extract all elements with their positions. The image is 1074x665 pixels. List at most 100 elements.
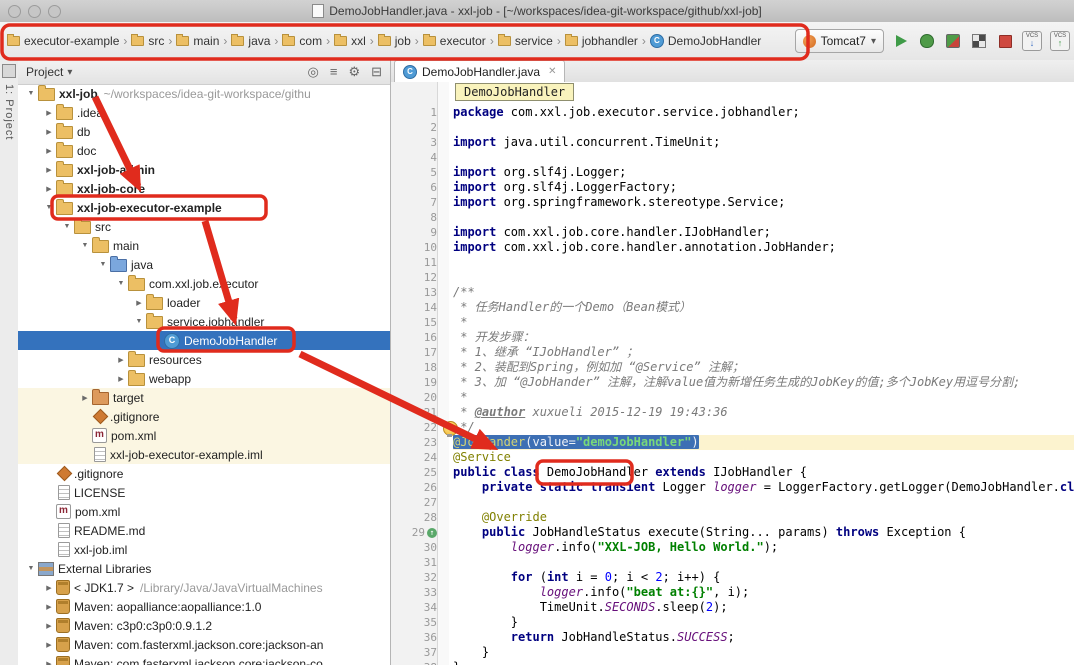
- gutter-cell[interactable]: 3: [391, 135, 441, 150]
- tree-item-webapp[interactable]: ▶webapp: [18, 369, 390, 388]
- breadcrumb-item-demojobhandler[interactable]: CDemoJobHandler: [647, 32, 764, 50]
- gutter-cell[interactable]: 6: [391, 180, 441, 195]
- breadcrumb-item-executor-example[interactable]: executor-example: [4, 32, 122, 50]
- tree-item-maven-c3p0-c3p0-0-9-1-2[interactable]: ▶Maven: c3p0:c3p0:0.9.1.2: [18, 616, 390, 635]
- tree-item-service-jobhandler[interactable]: ▼service.jobhandler: [18, 312, 390, 331]
- breadcrumb-item-jobhandler[interactable]: jobhandler: [562, 32, 641, 50]
- tree-expand-icon[interactable]: ▶: [42, 660, 56, 665]
- code-line-text[interactable]: TimeUnit.SECONDS.sleep(2);: [453, 600, 1074, 615]
- tree-collapse-icon[interactable]: ▼: [60, 223, 74, 230]
- tree-collapse-icon[interactable]: ▼: [96, 261, 110, 268]
- code-line-text[interactable]: return JobHandleStatus.SUCCESS;: [453, 630, 1074, 645]
- code-line-text[interactable]: [453, 210, 1074, 225]
- tree-expand-icon[interactable]: ▶: [114, 375, 128, 383]
- code-line-text[interactable]: }: [453, 660, 1074, 665]
- tree-collapse-icon[interactable]: ▼: [132, 318, 146, 325]
- settings-gear-icon[interactable]: ⚙: [348, 64, 360, 80]
- breadcrumb-item-java[interactable]: java: [228, 32, 273, 50]
- gutter-cell[interactable]: 13: [391, 285, 441, 300]
- tree-expand-icon[interactable]: ▶: [42, 166, 56, 174]
- tree-collapse-icon[interactable]: ▼: [78, 242, 92, 249]
- close-tab-icon[interactable]: ✕: [548, 66, 556, 77]
- locate-icon[interactable]: ◎: [308, 64, 319, 80]
- gutter-cell[interactable]: 32: [391, 570, 441, 585]
- project-tool-button[interactable]: 1: Project: [3, 84, 15, 140]
- gutter-cell[interactable]: 19: [391, 375, 441, 390]
- breadcrumb-item-main[interactable]: main: [173, 32, 222, 50]
- breadcrumb-item-com[interactable]: com: [279, 32, 325, 50]
- profiler-button[interactable]: [970, 32, 988, 50]
- tree-expand-icon[interactable]: ▶: [114, 356, 128, 364]
- gutter-cell[interactable]: 29↑: [391, 525, 441, 540]
- code-line-text[interactable]: public class DemoJobHandler extends IJob…: [453, 465, 1074, 480]
- zoom-window-button[interactable]: [48, 5, 61, 18]
- tree-item-main[interactable]: ▼main: [18, 236, 390, 255]
- code-line-text[interactable]: for (int i = 0; i < 2; i++) {: [453, 570, 1074, 585]
- gutter-cell[interactable]: 18: [391, 360, 441, 375]
- gutter-cell[interactable]: 27: [391, 495, 441, 510]
- tree-item-maven-aopalliance-aopalliance-1-0[interactable]: ▶Maven: aopalliance:aopalliance:1.0: [18, 597, 390, 616]
- gutter-cell[interactable]: 24: [391, 450, 441, 465]
- run-button[interactable]: [892, 32, 910, 50]
- tree-item-com-xxl-job-executor[interactable]: ▼com.xxl.job.executor: [18, 274, 390, 293]
- project-view-select[interactable]: Project: [26, 65, 63, 79]
- code-line-text[interactable]: }: [453, 645, 1074, 660]
- code-line-text[interactable]: *: [453, 315, 1074, 330]
- tree-expand-icon[interactable]: ▶: [132, 299, 146, 307]
- tree-collapse-icon[interactable]: ▼: [24, 90, 38, 97]
- code-line-text[interactable]: * 任务Handler的一个Demo（Bean模式）: [453, 300, 1074, 315]
- code-line-text[interactable]: logger.info("XXL-JOB, Hello World.");: [453, 540, 1074, 555]
- tree-item-external-libraries[interactable]: ▼External Libraries: [18, 559, 390, 578]
- code-line-text[interactable]: [453, 255, 1074, 270]
- tab-demojobhandler[interactable]: C DemoJobHandler.java ✕: [394, 60, 565, 82]
- code-line-text[interactable]: @JobHander(value="demoJobHandler"): [453, 435, 1074, 450]
- tree-expand-icon[interactable]: ▶: [42, 622, 56, 630]
- tool-window-icon[interactable]: [2, 64, 16, 78]
- code-line-text[interactable]: @Override: [453, 510, 1074, 525]
- tree-item-resources[interactable]: ▶resources: [18, 350, 390, 369]
- tree-item-pom-xml[interactable]: mpom.xml: [18, 426, 390, 445]
- tree-item-xxl-job-executor-example-iml[interactable]: xxl-job-executor-example.iml: [18, 445, 390, 464]
- tree-item-maven-com-fasterxml-jackson-core-jackson-an[interactable]: ▶Maven: com.fasterxml.jackson.core:jacks…: [18, 635, 390, 654]
- code-line-text[interactable]: * 开发步骤：: [453, 330, 1074, 345]
- tree-item-readme-md[interactable]: README.md: [18, 521, 390, 540]
- gutter-cell[interactable]: 11: [391, 255, 441, 270]
- gutter-cell[interactable]: 36: [391, 630, 441, 645]
- minimize-window-button[interactable]: [28, 5, 41, 18]
- tree-expand-icon[interactable]: ▶: [42, 641, 56, 649]
- code-line-text[interactable]: [453, 555, 1074, 570]
- debug-button[interactable]: [918, 32, 936, 50]
- close-window-button[interactable]: [8, 5, 21, 18]
- gutter-cell[interactable]: 5: [391, 165, 441, 180]
- gutter-cell[interactable]: 21: [391, 405, 441, 420]
- code-line-text[interactable]: import com.xxl.job.core.handler.IJobHand…: [453, 225, 1074, 240]
- gutter-cell[interactable]: 8: [391, 210, 441, 225]
- code-line-text[interactable]: public JobHandleStatus execute(String...…: [453, 525, 1074, 540]
- collapse-all-icon[interactable]: ≡: [330, 64, 338, 80]
- code-line-text[interactable]: * 2、装配到Spring，例如加 “@Service” 注解；: [453, 360, 1074, 375]
- breadcrumb-item-executor[interactable]: executor: [420, 32, 489, 50]
- tree-item-xxl-job[interactable]: ▼xxl-job~/workspaces/idea-git-workspace/…: [18, 84, 390, 103]
- code-line-text[interactable]: */: [453, 420, 1074, 435]
- gutter-cell[interactable]: 9: [391, 225, 441, 240]
- code-line-text[interactable]: [453, 120, 1074, 135]
- code-line-text[interactable]: private static transient Logger logger =…: [453, 480, 1074, 495]
- gutter-cell[interactable]: 35: [391, 615, 441, 630]
- code-line-text[interactable]: *: [453, 390, 1074, 405]
- code-line-text[interactable]: * 3、加 “@JobHander” 注解，注解value值为新增任务生成的Jo…: [453, 375, 1074, 390]
- gutter-cell[interactable]: 28: [391, 510, 441, 525]
- code-line-text[interactable]: [453, 150, 1074, 165]
- code-line-text[interactable]: /**: [453, 285, 1074, 300]
- code-area[interactable]: 1package com.xxl.job.executor.service.jo…: [391, 82, 1074, 665]
- tree-item-xxl-job-executor-example[interactable]: ▼xxl-job-executor-example: [18, 198, 390, 217]
- tree-item-gitignore[interactable]: .gitignore: [18, 464, 390, 483]
- tree-item-loader[interactable]: ▶loader: [18, 293, 390, 312]
- code-line-text[interactable]: }: [453, 615, 1074, 630]
- code-line-text[interactable]: * 1、继承 “IJobHandler” ；: [453, 345, 1074, 360]
- tree-collapse-icon[interactable]: ▼: [24, 565, 38, 572]
- gutter-cell[interactable]: 14: [391, 300, 441, 315]
- tree-collapse-icon[interactable]: ▼: [114, 280, 128, 287]
- tree-expand-icon[interactable]: ▶: [78, 394, 92, 402]
- code-line-text[interactable]: import java.util.concurrent.TimeUnit;: [453, 135, 1074, 150]
- tree-item-db[interactable]: ▶db: [18, 122, 390, 141]
